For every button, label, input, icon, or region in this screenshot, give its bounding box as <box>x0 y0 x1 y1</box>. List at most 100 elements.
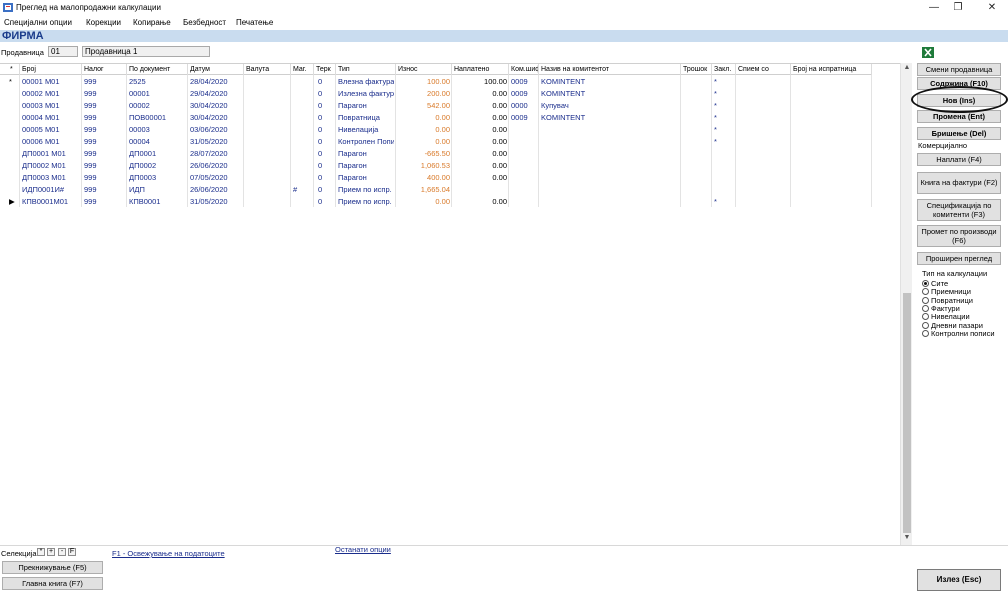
header-dispatch-col[interactable]: Број на испратница <box>791 64 872 75</box>
renumber-button[interactable]: Прекнижување (F5) <box>2 561 103 574</box>
scroll-up-icon[interactable]: ▲ <box>901 64 913 74</box>
company-bar: ФИРМА <box>0 30 1008 42</box>
close-button[interactable]: ✕ <box>976 0 1008 15</box>
refresh-data-link[interactable]: F1 - Освежување на податоците <box>112 549 225 558</box>
cell-paid-col: 0.00 <box>492 137 507 146</box>
table-row[interactable]: ДП0002 M01 999 ДП0002 26/06/2020 0 Парагон 1,0… <box>0 160 872 172</box>
menu-security[interactable]: Безбедност <box>183 18 226 27</box>
exit-button[interactable]: Излез (Esc) <box>917 569 1001 591</box>
cell-terk-col: 0 <box>318 173 323 182</box>
table-row[interactable]: 00004 M01 999 ПОВ00001 30/04/2020 0 Повратниц… <box>0 112 872 124</box>
menu-printing[interactable]: Печатење <box>236 18 273 27</box>
header-type-col[interactable]: Тип <box>336 64 396 75</box>
table-row[interactable]: 00006 M01 999 00004 31/05/2020 0 Контролен По… <box>0 136 872 148</box>
cell-amount-col: 200.00 <box>427 89 450 98</box>
selection-all-button[interactable]: * <box>37 548 45 556</box>
cell-locked-col: * <box>714 89 717 98</box>
table-row[interactable]: ДП0001 M01 999 ДП0001 28/07/2020 0 Парагон -66… <box>0 148 872 160</box>
cell-paid-col <box>454 184 507 196</box>
selection-add-button[interactable]: + <box>47 548 55 556</box>
cell-marker-col <box>9 136 19 148</box>
header-date-col[interactable]: Датум <box>188 64 244 75</box>
cell-number-col: ДП0002 M01 <box>22 161 66 170</box>
invoice-book-button[interactable]: Книга на фактури (F2) <box>917 172 1001 194</box>
other-options-link[interactable]: Останати опции <box>335 545 391 554</box>
header-by-document-col[interactable]: По документ <box>127 64 188 75</box>
cell-paid-col: 0.00 <box>492 125 507 134</box>
calculations-grid[interactable]: * Број Налог По документ Датум Валута Маг. Терк… <box>0 63 912 545</box>
header-client-code-col[interactable]: Ком.шиф <box>509 64 539 75</box>
grid-column-divider <box>680 75 681 207</box>
spec-by-client-button[interactable]: Спецификација по комитенти (F3) <box>917 199 1001 221</box>
table-row[interactable]: ИДП0001И# 999 ИДП 26/06/2020 #0 Прием по испр… <box>0 184 872 196</box>
calc-type-option[interactable]: Контролни пописи <box>922 329 995 338</box>
cell-order-col: 999 <box>84 149 97 158</box>
header-terk-col[interactable]: Терк <box>314 64 336 75</box>
selection-remove-button[interactable]: - <box>58 548 66 556</box>
cell-date-col: 07/05/2020 <box>190 173 228 182</box>
header-warehouse-col[interactable]: Маг. <box>291 64 314 75</box>
table-row[interactable]: * 00001 M01 999 2525 28/04/2020 0 Влезна факту… <box>0 76 872 88</box>
radio-icon[interactable] <box>922 313 929 321</box>
header-marker-col[interactable]: * <box>0 64 20 75</box>
cell-warehouse-col <box>293 148 312 160</box>
store-code-field[interactable]: 01 <box>48 46 78 57</box>
header-paid-col[interactable]: Наплатено <box>452 64 509 75</box>
radio-icon[interactable] <box>922 329 929 337</box>
delete-button[interactable]: Бришење (Del) <box>917 127 1001 140</box>
cell-amount-col: 542.00 <box>427 101 450 110</box>
excel-export-icon[interactable] <box>922 47 934 58</box>
header-number-col[interactable]: Број <box>20 64 82 75</box>
menu-corrections[interactable]: Корекции <box>86 18 121 27</box>
scroll-thumb[interactable] <box>903 293 911 533</box>
cell-terk-col: 0 <box>318 89 323 98</box>
cell-currency-col <box>246 112 289 124</box>
radio-icon[interactable] <box>922 288 929 296</box>
restore-button[interactable]: ❐ <box>942 0 974 15</box>
header-currency-col[interactable]: Валута <box>244 64 291 75</box>
cell-type-col: Парагон <box>338 173 367 182</box>
cell-client-code-col <box>511 124 537 136</box>
change-store-button[interactable]: Смени продавница <box>917 63 1001 76</box>
cell-locked-col: * <box>714 137 717 146</box>
header-order-col[interactable]: Налог <box>82 64 127 75</box>
commercial-label: Комерцијално <box>918 141 968 150</box>
turnover-by-product-button[interactable]: Промет по производи (F6) <box>917 225 1001 247</box>
cell-terk-col: 0 <box>318 113 323 122</box>
cell-order-col: 999 <box>84 173 97 182</box>
cell-client-name-col: KOMINTENT <box>541 113 586 122</box>
table-row[interactable]: 00003 M01 999 00002 30/04/2020 0 Парагон 542.0… <box>0 100 872 112</box>
header-locked-col[interactable]: Закл. <box>712 64 736 75</box>
radio-icon[interactable] <box>922 321 929 329</box>
header-amount-col[interactable]: Износ <box>396 64 452 75</box>
radio-icon[interactable] <box>922 280 929 287</box>
cell-client-code-col <box>511 160 537 172</box>
general-ledger-button[interactable]: Главна книга (F7) <box>2 577 103 590</box>
extended-view-button[interactable]: Проширен преглед <box>917 252 1001 265</box>
scroll-down-icon[interactable]: ▼ <box>901 534 913 544</box>
table-row[interactable]: ДП0003 M01 999 ДП0003 07/05/2020 0 Парагон 400… <box>0 172 872 184</box>
selection-filter-button[interactable]: F <box>68 548 76 556</box>
cell-currency-col <box>246 76 289 88</box>
table-row[interactable]: 00005 M01 999 00003 03/06/2020 0 Нивелација 0.… <box>0 124 872 136</box>
cell-terk-col: 0 <box>318 197 323 206</box>
cell-order-col: 999 <box>84 161 97 170</box>
cell-number-col: 00004 M01 <box>22 113 60 122</box>
highlight-circle <box>911 86 1008 113</box>
table-row[interactable]: ▶ КПВ0001M01 999 КПВ0001 31/05/2020 0 Прием по… <box>0 196 872 208</box>
radio-icon[interactable] <box>922 304 929 312</box>
grid-column-divider <box>313 75 314 207</box>
cell-order-col: 999 <box>84 101 97 110</box>
header-merged-col[interactable]: Спием со <box>736 64 791 75</box>
payments-button[interactable]: Наплати (F4) <box>917 153 1001 166</box>
header-client-name-col[interactable]: Назив на комитентот <box>539 64 681 75</box>
menu-special-options[interactable]: Специјални опции <box>4 18 72 27</box>
table-row[interactable]: 00002 M01 999 00001 29/04/2020 0 Излезна факт… <box>0 88 872 100</box>
menu-copying[interactable]: Копирање <box>133 18 171 27</box>
cell-client-code-col: 0009 <box>511 77 528 86</box>
cell-marker-col <box>9 172 19 184</box>
cell-by-document-col: 2525 <box>129 77 146 86</box>
radio-icon[interactable] <box>922 296 929 304</box>
header-cost-col[interactable]: Трошок <box>681 64 712 75</box>
grid-vertical-scrollbar[interactable]: ▲ ▼ <box>900 63 912 545</box>
